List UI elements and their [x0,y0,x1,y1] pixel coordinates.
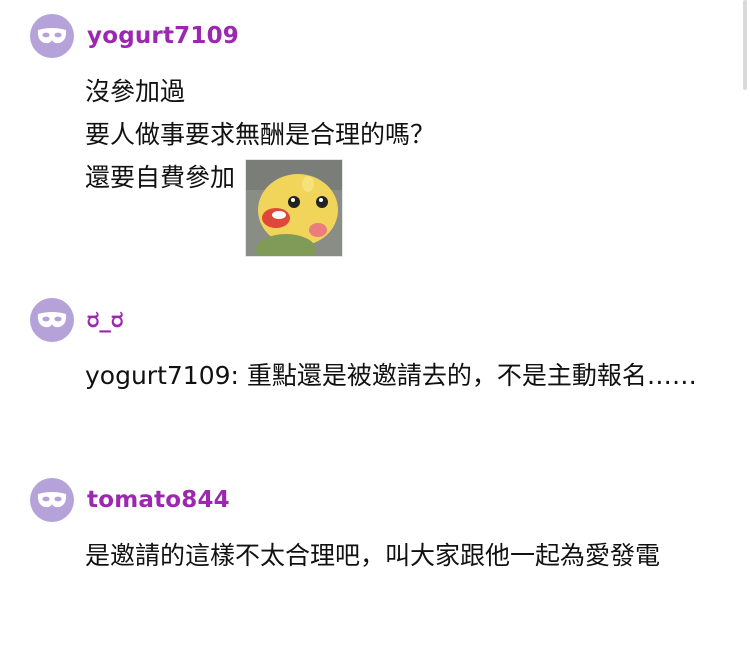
comment-text: yogurt7109: 重點還是被邀請去的，不是主動報名…… [85,354,705,397]
comment-item: tomato844 是邀請的這樣不太合理吧，叫大家跟他一起為愛發電 [30,478,730,577]
comment-header: tomato844 [30,478,730,522]
comment-line: yogurt7109: 重點還是被邀請去的，不是主動報名…… [85,361,697,390]
mask-avatar-icon[interactable] [30,298,74,342]
comment-line: 要人做事要求無酬是合理的嗎？ [85,120,436,149]
scrollbar[interactable] [743,0,747,90]
mask-icon [37,312,67,328]
mask-icon [37,492,67,508]
yellow-chick-sticker[interactable] [245,159,344,257]
mask-avatar-icon[interactable] [30,14,74,58]
comment-line: 是邀請的這樣不太合理吧，叫大家跟他一起為愛發電 [85,541,661,570]
username[interactable]: yogurt7109 [87,23,239,49]
comment-text: 是邀請的這樣不太合理吧，叫大家跟他一起為愛發電 [85,534,710,577]
comment-header: yogurt7109 [30,14,730,58]
comment-item: yogurt7109 沒參加過 要人做事要求無酬是合理的嗎？ 還要自費參加 [30,14,730,257]
mask-icon [37,28,67,44]
comment-item: ರ_ರ yogurt7109: 重點還是被邀請去的，不是主動報名…… [30,298,730,397]
username[interactable]: tomato844 [87,487,230,513]
comment-line-with-sticker: 還要自費參加 [85,156,730,257]
comment-line: 沒參加過 [85,77,186,106]
comment-line: 還要自費參加 [85,163,236,192]
comment-header: ರ_ರ [30,298,730,342]
mask-avatar-icon[interactable] [30,478,74,522]
username[interactable]: ರ_ರ [87,307,123,333]
comment-text: 沒參加過 要人做事要求無酬是合理的嗎？ 還要自費參加 [85,70,730,257]
